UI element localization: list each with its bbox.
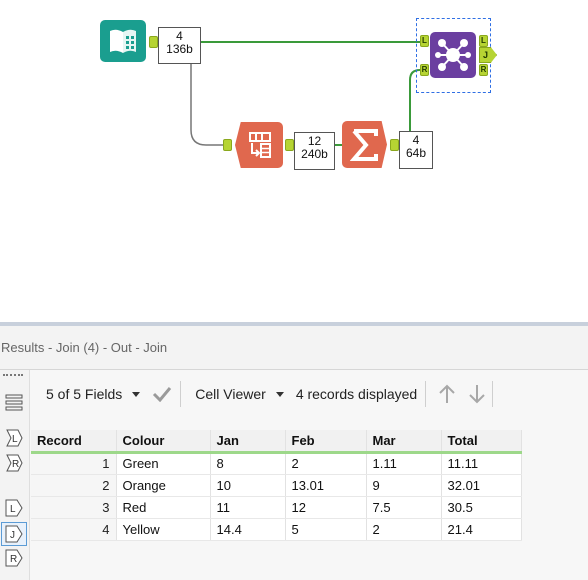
workflow-canvas[interactable]: 4 136b 12 240b 4 64b L R L J R (0, 0, 588, 322)
total-cell[interactable]: 30.5 (441, 496, 522, 519)
colour-cell[interactable]: Orange (116, 474, 211, 497)
svg-text:L: L (12, 434, 18, 445)
jan-cell[interactable]: 11 (210, 496, 286, 519)
column-header-total[interactable]: Total (441, 430, 522, 454)
mar-cell[interactable]: 7.5 (366, 496, 442, 519)
total-cell[interactable]: 21.4 (441, 518, 522, 541)
arrow-down-icon (469, 385, 485, 404)
cell-viewer-dropdown[interactable]: Cell Viewer (181, 370, 292, 418)
svg-text:J: J (10, 530, 15, 541)
drag-grip[interactable] (3, 374, 23, 377)
join-output-label: J (483, 50, 489, 60)
svg-text:L: L (10, 504, 16, 515)
column-header-mar[interactable]: Mar (366, 430, 442, 454)
table-row: 4 Yellow 14.4 5 2 21.4 (31, 518, 522, 541)
toolbar-divider (492, 381, 494, 407)
scroll-down-button[interactable] (462, 370, 492, 418)
mar-cell[interactable]: 9 (366, 474, 442, 497)
results-table: Record Colour Jan Feb Mar Total 1 Green … (31, 430, 522, 541)
apply-checkmark-button[interactable] (148, 370, 180, 418)
right-input-icon[interactable]: R (1, 451, 27, 475)
join-right-output[interactable]: R (479, 64, 488, 76)
table-row: 1 Green 8 2 1.11 11.11 (31, 452, 522, 475)
summarize-record-size: 64b (405, 146, 427, 160)
results-toolbar: 5 of 5 Fields Cell Viewer 4 records disp… (31, 370, 588, 418)
svg-text:R: R (12, 459, 19, 470)
fields-dropdown-label: 5 of 5 Fields (46, 386, 123, 402)
sigma-icon (349, 128, 378, 161)
summarize-output-anchor[interactable] (390, 139, 399, 151)
records-displayed: 4 records displayed (292, 370, 425, 418)
join-left-input[interactable]: L (420, 35, 429, 47)
results-title: Results - Join (4) - Out - Join (1, 340, 168, 355)
join-icon (435, 39, 471, 71)
transpose-tool[interactable] (235, 122, 283, 168)
feb-cell[interactable]: 13.01 (285, 474, 367, 497)
column-header-colour[interactable]: Colour (116, 430, 211, 454)
list-icon[interactable] (1, 390, 27, 414)
join-tool[interactable] (430, 32, 476, 78)
transpose-record-size: 240b (301, 147, 328, 161)
fields-dropdown[interactable]: 5 of 5 Fields (31, 370, 148, 418)
cell-viewer-label: Cell Viewer (195, 386, 266, 402)
left-input-icon[interactable]: L (1, 426, 27, 450)
colour-cell[interactable]: Green (116, 452, 211, 475)
join-left-output[interactable]: L (479, 35, 488, 47)
summarize-tool[interactable] (342, 121, 387, 168)
mar-cell[interactable]: 2 (366, 518, 442, 541)
input-record-badge: 4 136b (158, 27, 201, 64)
input-record-size: 136b (166, 42, 193, 56)
table-header-row: Record Colour Jan Feb Mar Total (31, 430, 522, 454)
results-header: Results - Join (4) - Out - Join (0, 326, 588, 370)
column-header-feb[interactable]: Feb (285, 430, 367, 454)
table-row: 3 Red 11 12 7.5 30.5 (31, 496, 522, 519)
record-number-cell[interactable]: 1 (31, 452, 117, 475)
jan-cell[interactable]: 10 (210, 474, 286, 497)
colour-cell[interactable]: Yellow (116, 518, 211, 541)
right-output-icon[interactable]: R (1, 548, 27, 568)
feb-cell[interactable]: 5 (285, 518, 367, 541)
total-cell[interactable]: 32.01 (441, 474, 522, 497)
join-right-input[interactable]: R (420, 64, 429, 76)
results-pane: Results - Join (4) - Out - Join L R L J … (0, 322, 588, 580)
total-cell[interactable]: 11.11 (441, 452, 522, 475)
jan-cell[interactable]: 14.4 (210, 518, 286, 541)
feb-cell[interactable]: 12 (285, 496, 367, 519)
join-output-icon[interactable]: J (1, 522, 27, 546)
arrow-up-icon (439, 384, 455, 403)
transpose-input-anchor[interactable] (223, 139, 232, 151)
wire-input-to-transpose (190, 62, 228, 146)
results-sidebar: L R L J R (0, 370, 30, 580)
table-row: 2 Orange 10 13.01 9 32.01 (31, 474, 522, 497)
chevron-down-icon (275, 391, 284, 397)
input-data-tool[interactable] (100, 20, 146, 62)
transpose-record-badge: 12 240b (294, 132, 335, 170)
chevron-down-icon (132, 391, 141, 397)
book-icon (110, 29, 136, 53)
left-output-icon[interactable]: L (1, 496, 27, 520)
column-header-jan[interactable]: Jan (210, 430, 286, 454)
feb-cell[interactable]: 2 (285, 452, 367, 475)
checkmark-icon (153, 387, 172, 402)
column-header-record[interactable]: Record (31, 430, 117, 454)
transpose-icon (249, 132, 271, 158)
record-number-cell[interactable]: 2 (31, 474, 117, 497)
record-number-cell[interactable]: 4 (31, 518, 117, 541)
input-output-anchor[interactable] (149, 36, 158, 48)
summarize-record-badge: 4 64b (399, 131, 433, 169)
mar-cell[interactable]: 1.11 (366, 452, 442, 475)
svg-text:R: R (10, 554, 17, 565)
colour-cell[interactable]: Red (116, 496, 211, 519)
transpose-output-anchor[interactable] (285, 139, 294, 151)
scroll-up-button[interactable] (426, 370, 462, 418)
records-displayed-label: 4 records displayed (295, 386, 418, 402)
jan-cell[interactable]: 8 (210, 452, 286, 475)
record-number-cell[interactable]: 3 (31, 496, 117, 519)
